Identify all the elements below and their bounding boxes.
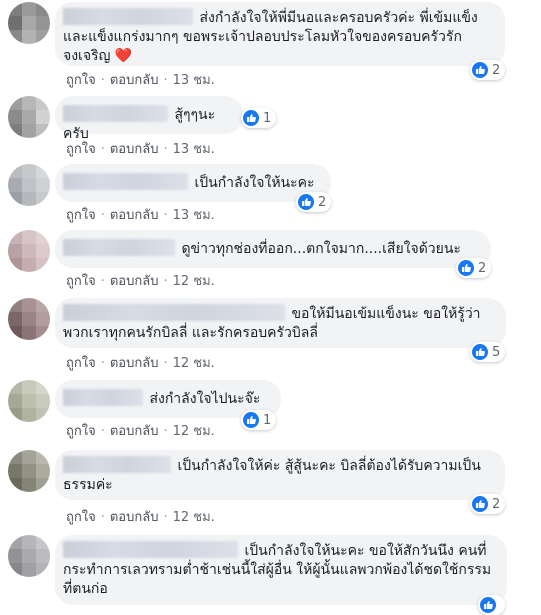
like-link[interactable]: ถูกใจ [66,73,96,88]
timestamp[interactable]: 12 ชม. [173,424,215,439]
avatar[interactable] [8,450,50,492]
reaction-count[interactable]: 5 [470,342,506,362]
comment-actions: ถูกใจ · ตอบกลับ · 13 ชม. [66,204,215,225]
reaction-count[interactable]: 1 [241,108,277,128]
timestamp[interactable]: 12 ชม. [173,274,215,289]
separator: · [163,208,168,223]
separator: · [100,274,105,289]
reaction-number: 5 [492,344,501,360]
timestamp[interactable]: 13 ชม. [173,142,215,157]
reaction-count[interactable]: 1 [241,410,277,430]
like-link[interactable]: ถูกใจ [66,208,96,223]
comment-actions: ถูกใจ · ตอบกลับ · 12 ชม. [66,352,215,373]
separator: · [100,356,105,371]
reaction-count[interactable]: 2 [456,258,492,278]
separator: · [100,208,105,223]
author-name[interactable] [63,541,238,558]
reply-link[interactable]: ตอบกลับ [110,73,159,88]
author-name[interactable] [63,456,171,473]
comment-actions: ถูกใจ · ตอบกลับ · 12 ชม. [66,420,215,441]
comment-actions: ถูกใจ · ตอบกลับ · 13 ชม. [66,69,215,90]
reply-link[interactable]: ตอบกลับ [110,208,159,223]
avatar[interactable] [8,230,50,272]
comment-actions: ถูกใจ · ตอบกลับ · 13 ชม. [66,138,215,159]
avatar[interactable] [8,164,50,206]
like-reaction-icon [458,260,474,276]
author-name[interactable] [63,389,143,406]
like-reaction-icon [243,110,259,126]
reply-link[interactable]: ตอบกลับ [110,142,159,157]
separator: · [163,356,168,371]
like-reaction-icon [472,344,488,360]
avatar[interactable] [8,2,50,44]
author-name[interactable] [63,8,193,25]
author-name[interactable] [63,239,175,256]
like-reaction-icon [472,496,488,512]
reaction-count[interactable]: 2 [470,60,506,80]
separator: · [163,142,168,157]
comment-bubble: เป็นกำลังใจให้นะคะ ขอให้สักวันนึง คนที่ก… [55,535,507,605]
timestamp[interactable]: 13 ชม. [173,208,215,223]
like-link[interactable]: ถูกใจ [66,510,96,525]
separator: · [163,73,168,88]
reaction-count[interactable]: 2 [470,494,506,514]
timestamp[interactable]: 12 ชม. [173,510,215,525]
comment-bubble: สู้ๆๆนะครับ [55,96,243,142]
reaction-number: 2 [492,62,501,78]
reply-link[interactable]: ตอบกลับ [110,510,159,525]
avatar[interactable] [8,298,50,340]
avatar[interactable] [8,96,50,138]
reaction-number: 1 [263,412,272,428]
comment-bubble: ขอให้มีนอเข้มแข็งนะ ขอให้รู้ว่าพวกเราทุก… [55,298,506,348]
reaction-count[interactable]: 2 [296,192,332,212]
avatar[interactable] [8,535,50,577]
like-reaction-icon [480,597,496,613]
separator: · [100,510,105,525]
comment-bubble: เป็นกำลังใจให้นะคะ [55,164,331,202]
reply-link[interactable]: ตอบกลับ [110,356,159,371]
separator: · [163,424,168,439]
reaction-number: 2 [492,496,501,512]
reaction-count[interactable] [478,595,505,615]
timestamp[interactable]: 12 ชม. [173,356,215,371]
like-reaction-icon [243,412,259,428]
author-name[interactable] [63,173,188,190]
timestamp[interactable]: 13 ชม. [173,73,215,88]
separator: · [100,73,105,88]
avatar[interactable] [8,380,50,422]
separator: · [163,510,168,525]
comment-bubble: ส่งกำลังใจให้พี่มีนอและครอบครัวค่ะ พี่เข… [55,2,505,66]
reaction-number: 2 [318,194,327,210]
comment-bubble: ดูข่าวทุกช่องที่ออก...ตกใจมาก....เสียใจด… [55,230,491,268]
reaction-number: 2 [478,260,487,276]
like-link[interactable]: ถูกใจ [66,142,96,157]
separator: · [163,274,168,289]
reply-link[interactable]: ตอบกลับ [110,274,159,289]
like-link[interactable]: ถูกใจ [66,356,96,371]
comment-text: เป็นกำลังใจให้นะคะ [194,175,315,191]
reply-link[interactable]: ตอบกลับ [110,424,159,439]
comment-actions: ถูกใจ · ตอบกลับ · 12 ชม. [66,506,215,527]
like-reaction-icon [298,194,314,210]
separator: · [100,424,105,439]
like-link[interactable]: ถูกใจ [66,274,96,289]
separator: · [100,142,105,157]
author-name[interactable] [63,304,285,321]
comment-text: ส่งกำลังใจไปนะจ๊ะ [149,391,261,407]
like-reaction-icon [472,62,488,78]
like-link[interactable]: ถูกใจ [66,424,96,439]
comment-actions: ถูกใจ · ตอบกลับ · 12 ชม. [66,270,215,291]
author-name[interactable] [63,105,168,122]
comment-bubble: เป็นกำลังใจให้ค่ะ สู้สู้นะคะ บิลลี่ต้องไ… [55,450,505,500]
comment-text: ดูข่าวทุกช่องที่ออก...ตกใจมาก....เสียใจด… [181,241,461,257]
reaction-number: 1 [263,110,272,126]
